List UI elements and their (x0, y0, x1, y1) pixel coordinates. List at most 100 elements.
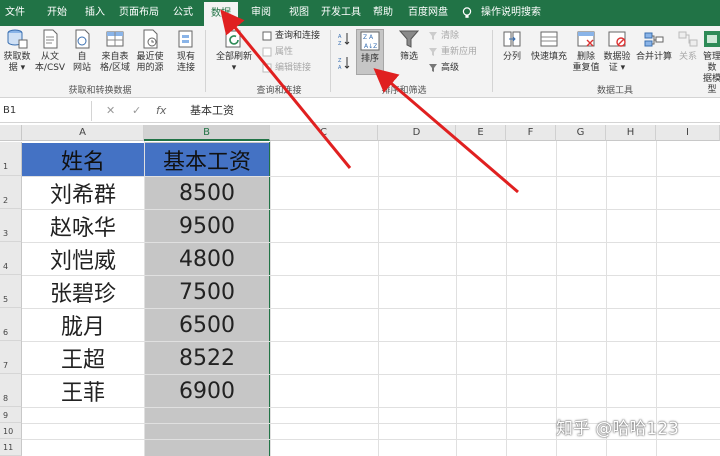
cell-salary[interactable]: 6900 (145, 375, 269, 407)
from-web-button[interactable]: 自 网站 (68, 28, 96, 74)
tab-developer[interactable]: 开发工具 (316, 0, 366, 26)
row-header-2[interactable]: 2 (0, 176, 22, 209)
cell-name[interactable]: 张碧珍 (22, 276, 144, 308)
row-header-9[interactable]: 9 (0, 407, 22, 423)
tab-data[interactable]: 数据 (204, 2, 238, 26)
row-header-6[interactable]: 6 (0, 308, 22, 341)
queries-connections-label: 查询和连接 (275, 31, 321, 41)
gridline (270, 141, 271, 456)
column-header-g[interactable]: G (556, 125, 606, 141)
column-header-h[interactable]: H (606, 125, 656, 141)
edit-links-button[interactable]: 编辑链接 (262, 62, 311, 74)
sort-dialog-icon: Z A A↓Z (360, 31, 380, 51)
remove-duplicates-label-2: 重复值 (572, 63, 600, 73)
formula-input[interactable]: 基本工资 (190, 101, 234, 121)
get-data-label-2: 据 ▾ (8, 63, 26, 73)
name-box[interactable]: B1 (0, 101, 92, 121)
cell-salary[interactable]: 9500 (145, 210, 269, 242)
cell-salary[interactable]: 7500 (145, 276, 269, 308)
cell-salary[interactable]: 8522 (145, 342, 269, 374)
row-header-7[interactable]: 7 (0, 341, 22, 374)
split-columns-icon (503, 31, 521, 47)
reapply-button[interactable]: 重新应用 (428, 46, 477, 58)
tell-me-search[interactable]: 操作说明搜索 (478, 0, 544, 26)
database-icon (7, 29, 28, 49)
svg-text:A: A (338, 34, 342, 40)
cell-name[interactable]: 刘希群 (22, 177, 144, 209)
existing-connections-button[interactable]: 现有 连接 (172, 28, 200, 74)
filter-button[interactable]: 筛选 (394, 28, 424, 63)
column-header-d[interactable]: D (378, 125, 456, 141)
existing-conn-label-2: 连接 (176, 63, 195, 73)
column-header-a[interactable]: A (22, 125, 144, 141)
row-header-5[interactable]: 5 (0, 275, 22, 308)
refresh-all-label: 全部刷新 (215, 52, 252, 62)
column-header-c[interactable]: C (270, 125, 378, 141)
from-text-csv-button[interactable]: 从文 本/CSV (34, 28, 66, 74)
get-data-button[interactable]: 获取数 据 ▾ (2, 28, 32, 74)
manage-data-model-button[interactable]: 管理数 据模型 (702, 28, 720, 96)
tab-view[interactable]: 视图 (282, 0, 316, 26)
cell-name[interactable]: 赵咏华 (22, 210, 144, 242)
cell-salary[interactable]: 6500 (145, 309, 269, 341)
row-header-10[interactable]: 10 (0, 423, 22, 439)
connections-icon (178, 30, 193, 48)
select-all-corner[interactable] (0, 125, 22, 141)
recent-sources-button[interactable]: 最近使 用的源 (134, 28, 166, 74)
column-header-b[interactable]: B (144, 125, 270, 141)
tab-help[interactable]: 帮助 (366, 0, 400, 26)
clear-filter-button[interactable]: 清除 (428, 30, 459, 42)
clear-filter-icon (429, 31, 437, 40)
sort-ascending-button[interactable]: A Z (338, 32, 353, 47)
column-header-f[interactable]: F (506, 125, 556, 141)
cell-salary[interactable]: 4800 (145, 243, 269, 275)
confirm-entry-button[interactable]: ✓ (132, 101, 141, 121)
consolidate-button[interactable]: 合并计算 (634, 28, 674, 63)
flash-fill-button[interactable]: 快速填充 (528, 28, 570, 63)
sort-button[interactable]: Z A A↓Z 排序 (356, 30, 384, 65)
cell-name[interactable]: 王超 (22, 342, 144, 374)
get-data-label: 获取数 (3, 52, 31, 62)
row-header-1[interactable]: 1 (0, 142, 22, 176)
row-header-11[interactable]: 11 (0, 439, 22, 456)
gridline (456, 141, 457, 456)
advanced-filter-button[interactable]: 高级 (428, 62, 459, 74)
tab-insert[interactable]: 插入 (78, 0, 112, 26)
column-header-e[interactable]: E (456, 125, 506, 141)
clear-label: 清除 (441, 31, 460, 41)
tab-review[interactable]: 审阅 (244, 0, 278, 26)
from-table-range-button[interactable]: 来自表 格/区域 (98, 28, 132, 74)
row-header-3[interactable]: 3 (0, 209, 22, 242)
cell-b1-header[interactable]: 基本工资 (145, 143, 269, 176)
refresh-all-button[interactable]: 全部刷新 ▾ (212, 28, 256, 74)
refresh-icon (225, 30, 241, 48)
queries-connections-button[interactable]: 查询和连接 (262, 30, 320, 42)
cell-a1-header[interactable]: 姓名 (22, 143, 144, 176)
tab-page-layout[interactable]: 页面布局 (116, 0, 162, 26)
cell-salary[interactable]: 8500 (145, 177, 269, 209)
cell-name[interactable]: 王菲 (22, 375, 144, 407)
cell-name[interactable]: 刘恺威 (22, 243, 144, 275)
tab-file[interactable]: 文件 (0, 0, 30, 26)
data-validation-label: 数据验 (603, 52, 631, 62)
insert-function-button[interactable]: fx (156, 101, 166, 121)
cell-name[interactable]: 胧月 (22, 309, 144, 341)
sort-descending-button[interactable]: Z A (338, 56, 353, 71)
remove-duplicates-button[interactable]: 删除 重复值 (572, 28, 600, 74)
cancel-entry-button[interactable]: ✕ (106, 101, 115, 121)
relationships-button[interactable]: 关系 (676, 28, 700, 63)
text-to-columns-button[interactable]: 分列 (498, 28, 526, 63)
properties-button[interactable]: 属性 (262, 46, 293, 58)
filter-funnel-icon (398, 30, 420, 48)
tab-baidu-netdisk[interactable]: 百度网盘 (400, 0, 456, 26)
text-file-icon (43, 29, 58, 49)
tab-home[interactable]: 开始 (40, 0, 74, 26)
tab-formulas[interactable]: 公式 (166, 0, 200, 26)
row-header-4[interactable]: 4 (0, 242, 22, 275)
row-header-8[interactable]: 8 (0, 374, 22, 407)
column-header-i[interactable]: I (656, 125, 720, 141)
group-label-queries: 查询和连接 (256, 86, 302, 96)
from-table-label: 来自表 (101, 52, 129, 62)
relationships-label: 关系 (678, 52, 697, 62)
data-validation-button[interactable]: 数据验 证 ▾ (602, 28, 632, 74)
